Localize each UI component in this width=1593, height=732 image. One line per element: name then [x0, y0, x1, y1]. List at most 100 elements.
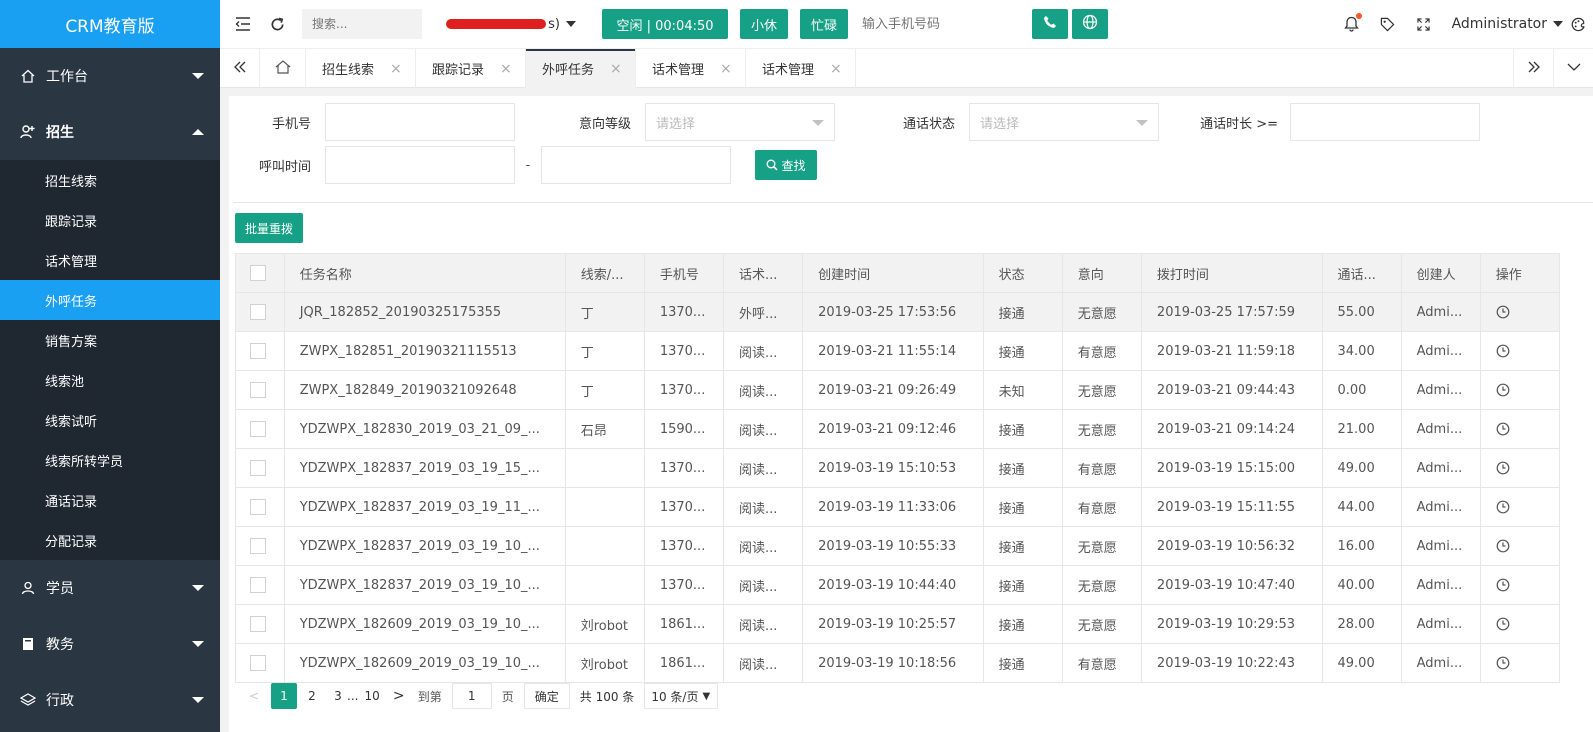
search-input[interactable]	[302, 9, 422, 39]
clock-icon[interactable]	[1496, 305, 1510, 319]
column-header[interactable]: 拨打时间	[1140, 253, 1323, 293]
sidebar-subitem-assign-records[interactable]: 分配记录	[0, 520, 220, 560]
clock-icon[interactable]	[1496, 383, 1510, 397]
call-status-filter-select[interactable]: 请选择	[969, 103, 1159, 141]
table-row[interactable]: ZWPX_182849_20190321092648 丁 1370... 阅读... 2…	[235, 370, 1561, 410]
table-row[interactable]: YDZWPX_182609_2019_03_19_10_... 刘robot 186…	[235, 643, 1561, 683]
column-header[interactable]: 线索/...	[564, 253, 645, 293]
table-row[interactable]: YDZWPX_182837_2019_03_19_15_... 1370... 阅读…	[235, 448, 1561, 488]
user-menu[interactable]: Administrator	[1452, 16, 1563, 32]
phone-number-input[interactable]	[862, 16, 1022, 32]
tab-home[interactable]	[260, 49, 306, 88]
row-checkbox[interactable]	[250, 538, 266, 554]
last-page-button[interactable]: 10	[358, 683, 385, 709]
menu-fold-icon[interactable]	[226, 0, 260, 48]
row-checkbox[interactable]	[250, 382, 266, 398]
tab-leads[interactable]: 招生线索 ×	[306, 49, 416, 88]
close-icon[interactable]: ×	[610, 61, 622, 77]
next-page-button[interactable]: >	[386, 683, 412, 709]
phone-call-button[interactable]	[1032, 9, 1068, 39]
call-time-end-input[interactable]	[541, 146, 731, 184]
table-row[interactable]: YDZWPX_182837_2019_03_19_10_... 1370... 阅读…	[235, 565, 1561, 605]
row-checkbox[interactable]	[250, 460, 266, 476]
sidebar-subitem-scripts[interactable]: 话术管理	[0, 240, 220, 280]
web-call-button[interactable]	[1072, 9, 1108, 39]
table-row[interactable]: JQR_182852_20190325175355 丁 1370... 外呼... 20…	[235, 292, 1561, 332]
column-header[interactable]: 手机号	[643, 253, 724, 293]
clock-icon[interactable]	[1496, 656, 1510, 670]
tab-scripts[interactable]: 话术管理 ×	[636, 49, 746, 88]
row-checkbox[interactable]	[250, 655, 266, 671]
sidebar-subitem-sales-plans[interactable]: 销售方案	[0, 320, 220, 360]
row-checkbox[interactable]	[250, 577, 266, 593]
column-header[interactable]: 创建人	[1400, 253, 1481, 293]
sidebar-item-students[interactable]: 学员	[0, 560, 220, 616]
sidebar-item-academic[interactable]: 教务	[0, 616, 220, 672]
clock-icon[interactable]	[1496, 461, 1510, 475]
agent-line-select[interactable]: s)	[446, 17, 576, 32]
agent-status-button[interactable]: 空闲 | 00:04:50	[602, 9, 728, 39]
tabs-menu[interactable]	[1553, 49, 1593, 88]
tab-outbound-tasks[interactable]: 外呼任务 ×	[526, 49, 636, 88]
clock-icon[interactable]	[1496, 539, 1510, 553]
column-header[interactable]: 话术...	[722, 253, 804, 293]
table-row[interactable]: YDZWPX_182609_2019_03_19_10_... 刘robot 186…	[235, 604, 1561, 644]
prev-page-button[interactable]: <	[241, 683, 267, 709]
close-icon[interactable]: ×	[720, 61, 732, 77]
table-row[interactable]: YDZWPX_182830_2019_03_21_09_... 石昂 1590...…	[235, 409, 1561, 449]
tag-icon[interactable]	[1370, 0, 1406, 48]
row-checkbox[interactable]	[250, 421, 266, 437]
close-icon[interactable]: ×	[500, 61, 512, 77]
column-header[interactable]: 意向	[1061, 253, 1142, 293]
tab-tracking[interactable]: 跟踪记录 ×	[416, 49, 526, 88]
sidebar-subitem-leads[interactable]: 招生线索	[0, 160, 220, 200]
column-header[interactable]: 通话...	[1321, 253, 1402, 293]
table-row[interactable]: YDZWPX_182837_2019_03_19_11_... 1370... 阅读…	[235, 487, 1561, 527]
sidebar-item-enrollment[interactable]: 招生	[0, 104, 220, 160]
page-button[interactable]: 2	[299, 683, 325, 709]
rest-button[interactable]: 小休	[740, 9, 788, 39]
tabs-scroll-right[interactable]	[1513, 49, 1553, 88]
duration-filter-input[interactable]	[1290, 103, 1480, 141]
sidebar-subitem-outbound-tasks[interactable]: 外呼任务	[0, 280, 220, 320]
page-size-select[interactable]: 10 条/页 ▼	[644, 683, 719, 709]
intent-filter-select[interactable]: 请选择	[645, 103, 835, 141]
search-button[interactable]: 查找	[755, 150, 817, 180]
sidebar-subitem-lead-trial[interactable]: 线索试听	[0, 400, 220, 440]
sidebar-subitem-tracking[interactable]: 跟踪记录	[0, 200, 220, 240]
notification-button[interactable]	[1334, 0, 1370, 48]
select-all-checkbox[interactable]	[250, 265, 266, 281]
clock-icon[interactable]	[1496, 344, 1510, 358]
column-header[interactable]: 任务名称	[283, 253, 566, 293]
row-checkbox[interactable]	[250, 616, 266, 632]
clock-icon[interactable]	[1496, 578, 1510, 592]
page-button-current[interactable]: 1	[271, 683, 297, 709]
refresh-icon[interactable]	[260, 0, 294, 48]
clock-icon[interactable]	[1496, 617, 1510, 631]
close-icon[interactable]: ×	[390, 61, 402, 77]
column-header[interactable]: 操作	[1479, 253, 1561, 293]
goto-page-input[interactable]: 1	[451, 683, 492, 709]
goto-confirm-button[interactable]: 确定	[523, 683, 570, 709]
theme-icon[interactable]	[1563, 0, 1593, 48]
row-checkbox[interactable]	[250, 304, 266, 320]
row-checkbox[interactable]	[250, 499, 266, 515]
sidebar-subitem-converted-students[interactable]: 线索所转学员	[0, 440, 220, 480]
sidebar-subitem-call-records[interactable]: 通话记录	[0, 480, 220, 520]
column-header[interactable]: 创建时间	[802, 253, 984, 293]
batch-redial-button[interactable]: 批量重拨	[235, 213, 303, 243]
sidebar-item-admin[interactable]: 行政	[0, 672, 220, 728]
call-time-start-input[interactable]	[325, 146, 515, 184]
table-row[interactable]: ZWPX_182851_20190321115513 丁 1370... 阅读... 2…	[235, 331, 1561, 371]
clock-icon[interactable]	[1496, 500, 1510, 514]
row-checkbox[interactable]	[250, 343, 266, 359]
busy-button[interactable]: 忙碌	[800, 9, 848, 39]
tabs-scroll-left[interactable]	[220, 49, 260, 88]
close-icon[interactable]: ×	[830, 61, 842, 77]
fullscreen-icon[interactable]	[1406, 0, 1442, 48]
clock-icon[interactable]	[1496, 422, 1510, 436]
sidebar-subitem-lead-pool[interactable]: 线索池	[0, 360, 220, 400]
phone-filter-input[interactable]	[325, 103, 515, 141]
column-header[interactable]: 状态	[982, 253, 1063, 293]
tab-scripts-2[interactable]: 话术管理 ×	[746, 49, 856, 88]
